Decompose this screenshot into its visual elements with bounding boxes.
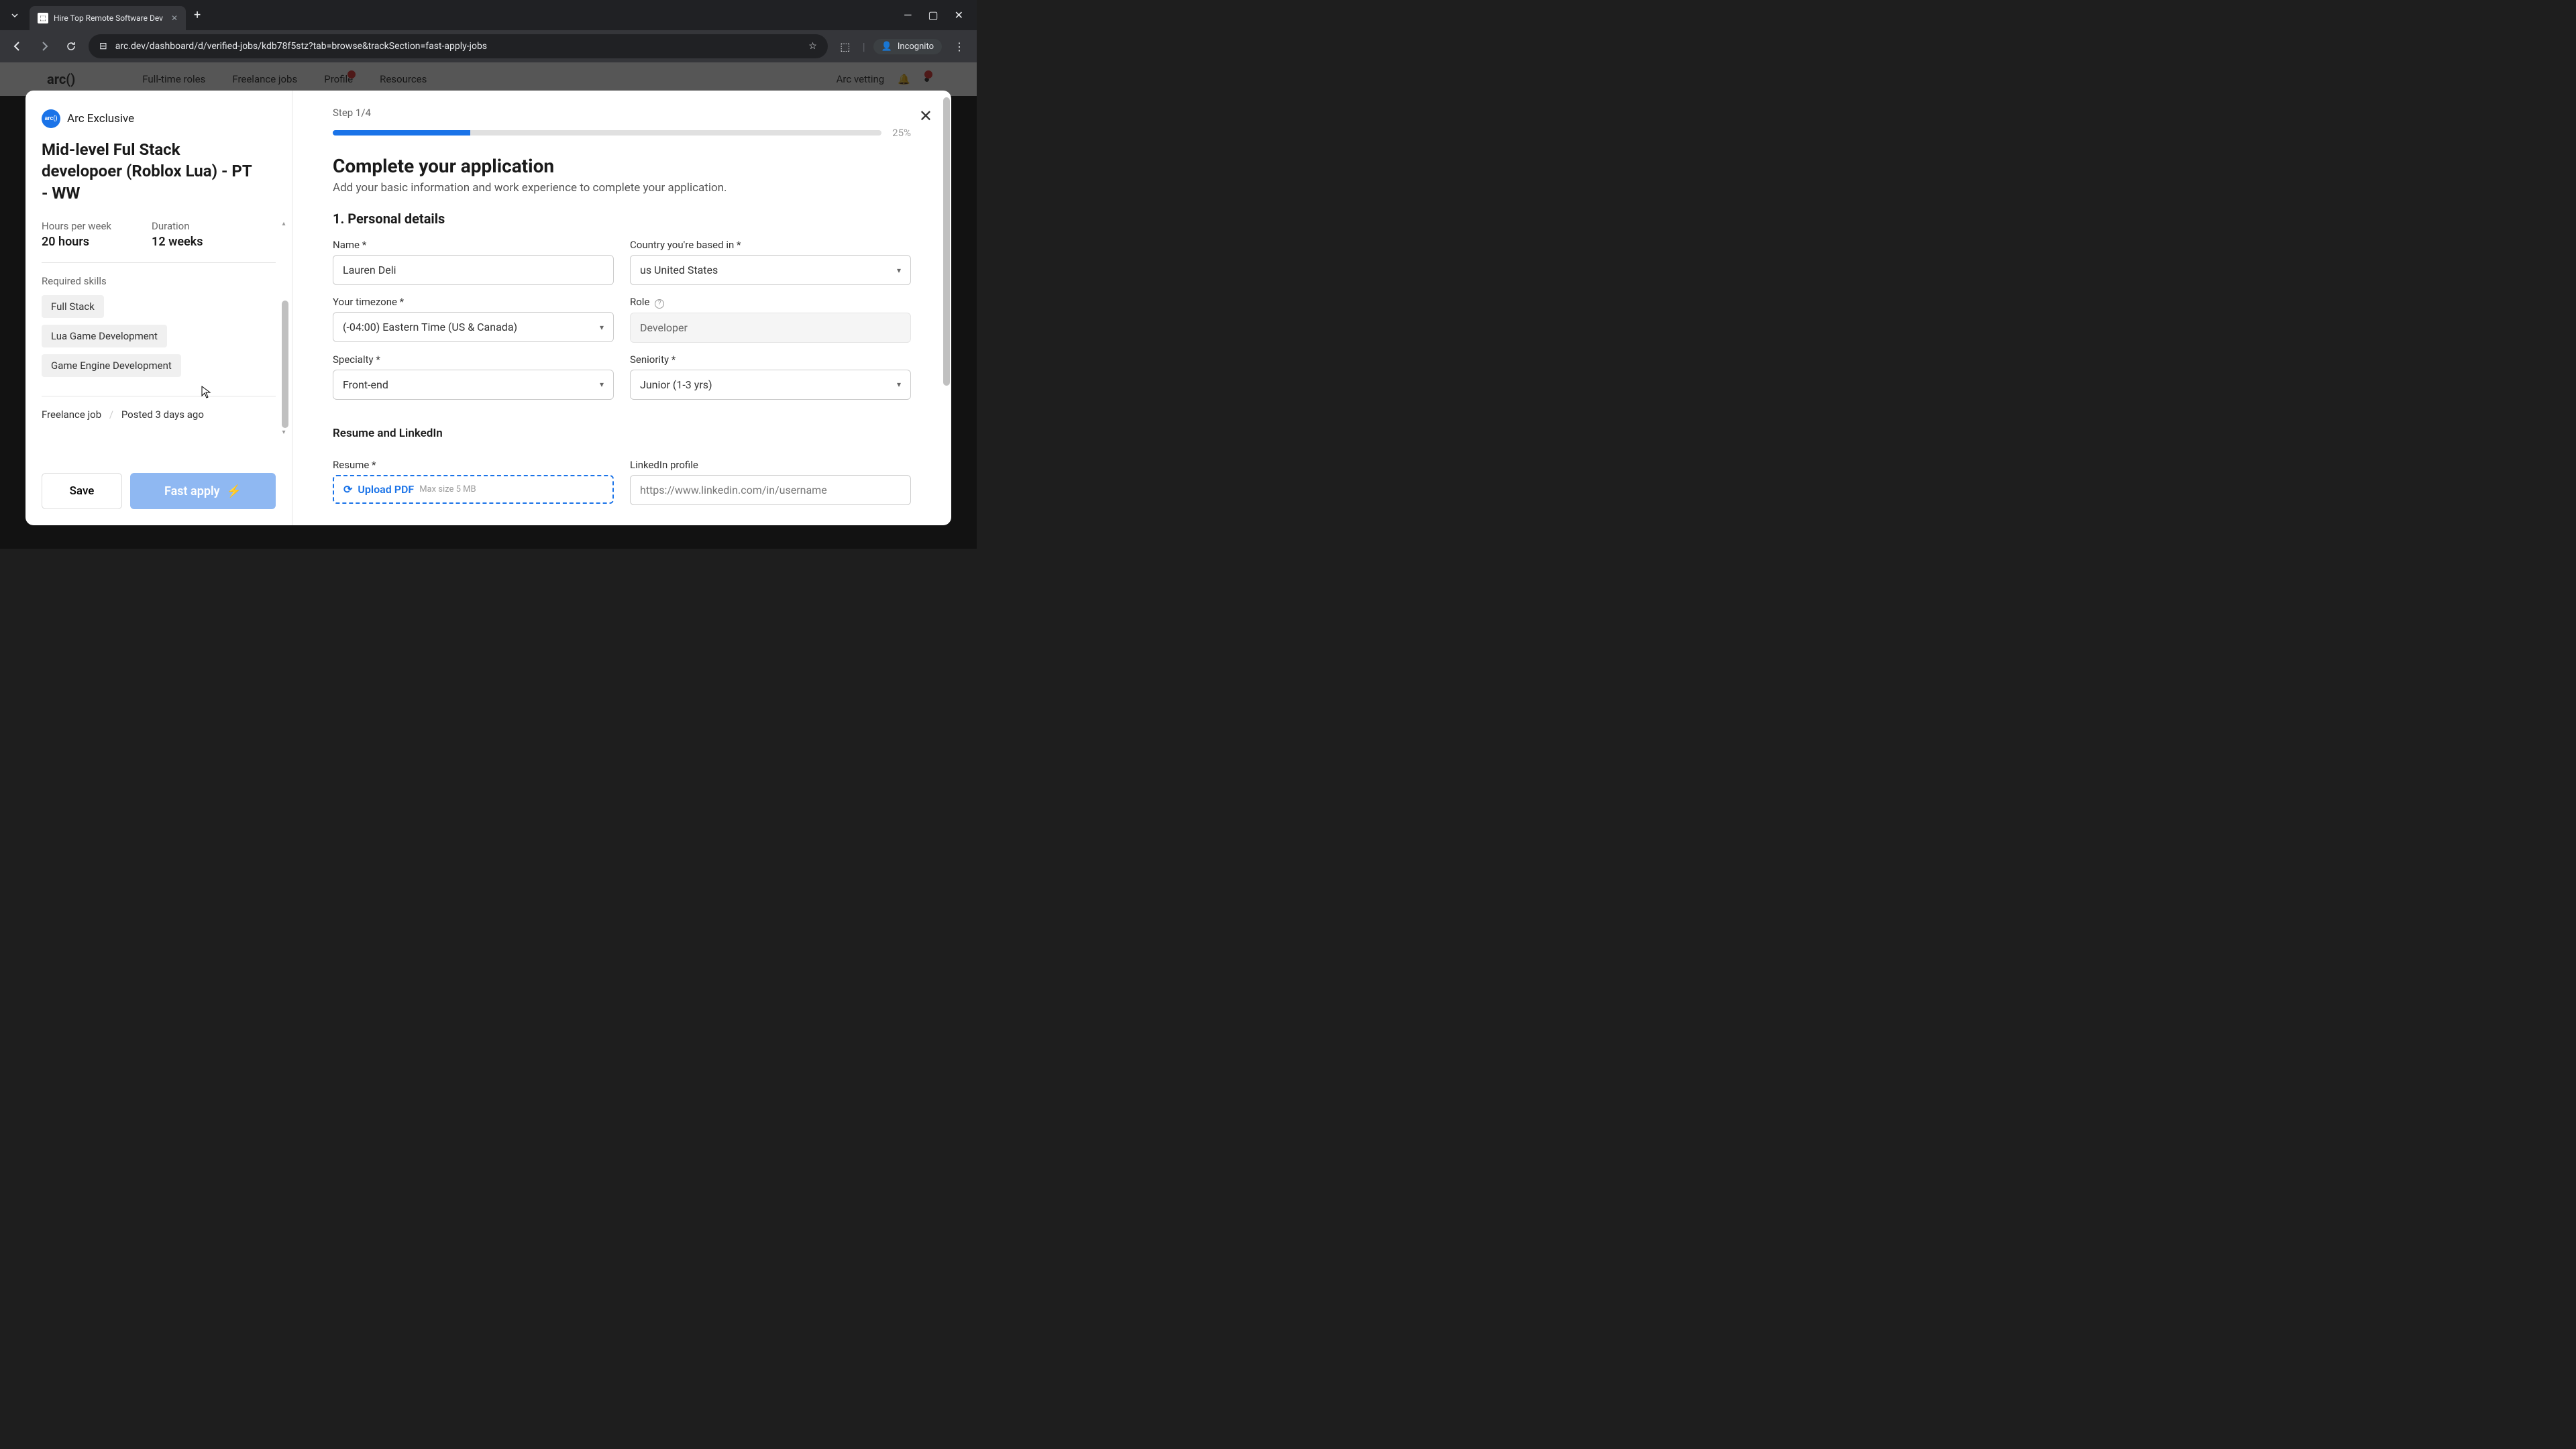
url-bar[interactable]: ⊟ arc.dev/dashboard/d/verified-jobs/kdb7… <box>89 34 828 58</box>
chevron-down-icon: ▾ <box>600 323 604 332</box>
progress-percent: 25% <box>892 127 911 139</box>
linkedin-label: LinkedIn profile <box>630 459 911 471</box>
timezone-label: Your timezone * <box>333 296 614 308</box>
url-text: arc.dev/dashboard/d/verified-jobs/kdb78f… <box>115 41 800 52</box>
minimize-icon[interactable]: — <box>904 9 912 21</box>
chevron-down-icon: ▾ <box>897 266 901 275</box>
step-indicator: Step 1/4 <box>333 107 911 119</box>
close-button[interactable]: ✕ <box>919 107 932 125</box>
hours-label: Hours per week <box>42 220 111 232</box>
back-button[interactable] <box>8 37 27 56</box>
scrollbar-thumb[interactable] <box>282 301 288 428</box>
country-label: Country you're based in * <box>630 239 911 251</box>
name-input[interactable] <box>333 255 614 285</box>
browser-tab[interactable]: ⬚ Hire Top Remote Software Dev ✕ <box>30 6 186 30</box>
lightning-icon: ⚡ <box>227 484 241 498</box>
skill-chip: Lua Game Development <box>42 325 167 347</box>
duration-value: 12 weeks <box>152 235 203 249</box>
tab-search-dropdown[interactable] <box>5 6 24 25</box>
window-controls: — ▢ ✕ <box>904 9 971 21</box>
specialty-label: Specialty * <box>333 354 614 366</box>
chevron-down-icon: ▾ <box>600 380 604 389</box>
new-tab-button[interactable]: + <box>194 8 201 22</box>
form-title: Complete your application <box>333 155 911 177</box>
site-info-icon[interactable]: ⊟ <box>99 41 107 52</box>
name-label: Name * <box>333 239 614 251</box>
upload-icon: ⟳ <box>343 483 352 496</box>
save-button[interactable]: Save <box>42 473 122 509</box>
fast-apply-button[interactable]: Fast apply ⚡ <box>130 473 276 509</box>
scroll-up-icon[interactable]: ▴ <box>278 220 289 227</box>
resume-section-title: Resume and LinkedIn <box>333 427 911 440</box>
application-form-panel: ✕ Step 1/4 25% Complete your application… <box>292 91 951 525</box>
modal-overlay: arc() Arc Exclusive Mid-level Ful Stack … <box>0 62 977 549</box>
progress-bar <box>333 130 881 136</box>
job-details-panel: arc() Arc Exclusive Mid-level Ful Stack … <box>25 91 292 525</box>
role-field: Developer <box>630 313 911 343</box>
arc-exclusive-icon: arc() <box>42 109 60 128</box>
forward-button[interactable] <box>35 37 54 56</box>
extensions-icon[interactable]: ⬚ <box>836 37 855 56</box>
skill-chip: Full Stack <box>42 295 104 318</box>
scrollbar-thumb[interactable] <box>943 97 950 386</box>
job-type: Freelance job <box>42 409 101 421</box>
specialty-select[interactable]: Front-end ▾ <box>333 370 614 400</box>
scroll-down-icon[interactable]: ▾ <box>278 429 289 436</box>
timezone-select[interactable]: (-04:00) Eastern Time (US & Canada) ▾ <box>333 312 614 342</box>
menu-icon[interactable]: ⋮ <box>950 37 969 56</box>
tab-favicon: ⬚ <box>38 13 48 23</box>
skills-label: Required skills <box>42 275 276 287</box>
country-select[interactable]: us United States ▾ <box>630 255 911 285</box>
progress-fill <box>333 130 470 136</box>
close-window-icon[interactable]: ✕ <box>955 9 963 21</box>
linkedin-input[interactable] <box>630 475 911 505</box>
bookmark-icon[interactable]: ☆ <box>808 41 817 52</box>
tab-title: Hire Top Remote Software Dev <box>54 13 163 23</box>
resume-label: Resume * <box>333 459 614 471</box>
tab-close-icon[interactable]: ✕ <box>171 13 178 23</box>
incognito-badge[interactable]: 👤 Incognito <box>873 39 942 54</box>
info-icon[interactable]: ? <box>655 299 664 309</box>
application-modal: arc() Arc Exclusive Mid-level Ful Stack … <box>25 91 951 525</box>
divider: | <box>863 40 865 53</box>
skill-chip: Game Engine Development <box>42 354 181 377</box>
incognito-icon: 👤 <box>881 42 892 52</box>
arc-exclusive-label: Arc Exclusive <box>67 112 134 125</box>
maximize-icon[interactable]: ▢ <box>928 9 938 21</box>
form-subtitle: Add your basic information and work expe… <box>333 181 911 195</box>
separator: / <box>109 409 113 421</box>
job-title: Mid-level Ful Stack developoer (Roblox L… <box>42 139 256 204</box>
divider <box>42 262 276 263</box>
resume-upload[interactable]: ⟳ Upload PDF Max size 5 MB <box>333 475 614 504</box>
posted-time: Posted 3 days ago <box>121 409 204 421</box>
chevron-down-icon: ▾ <box>897 380 901 389</box>
section-personal-details: 1. Personal details <box>333 211 911 227</box>
seniority-label: Seniority * <box>630 354 911 366</box>
hours-value: 20 hours <box>42 235 111 249</box>
role-label: Role ? <box>630 296 911 309</box>
browser-tab-strip: ⬚ Hire Top Remote Software Dev ✕ + — ▢ ✕ <box>0 0 977 30</box>
seniority-select[interactable]: Junior (1-3 yrs) ▾ <box>630 370 911 400</box>
reload-button[interactable] <box>62 37 80 56</box>
duration-label: Duration <box>152 220 203 232</box>
address-bar: ⊟ arc.dev/dashboard/d/verified-jobs/kdb7… <box>0 30 977 62</box>
